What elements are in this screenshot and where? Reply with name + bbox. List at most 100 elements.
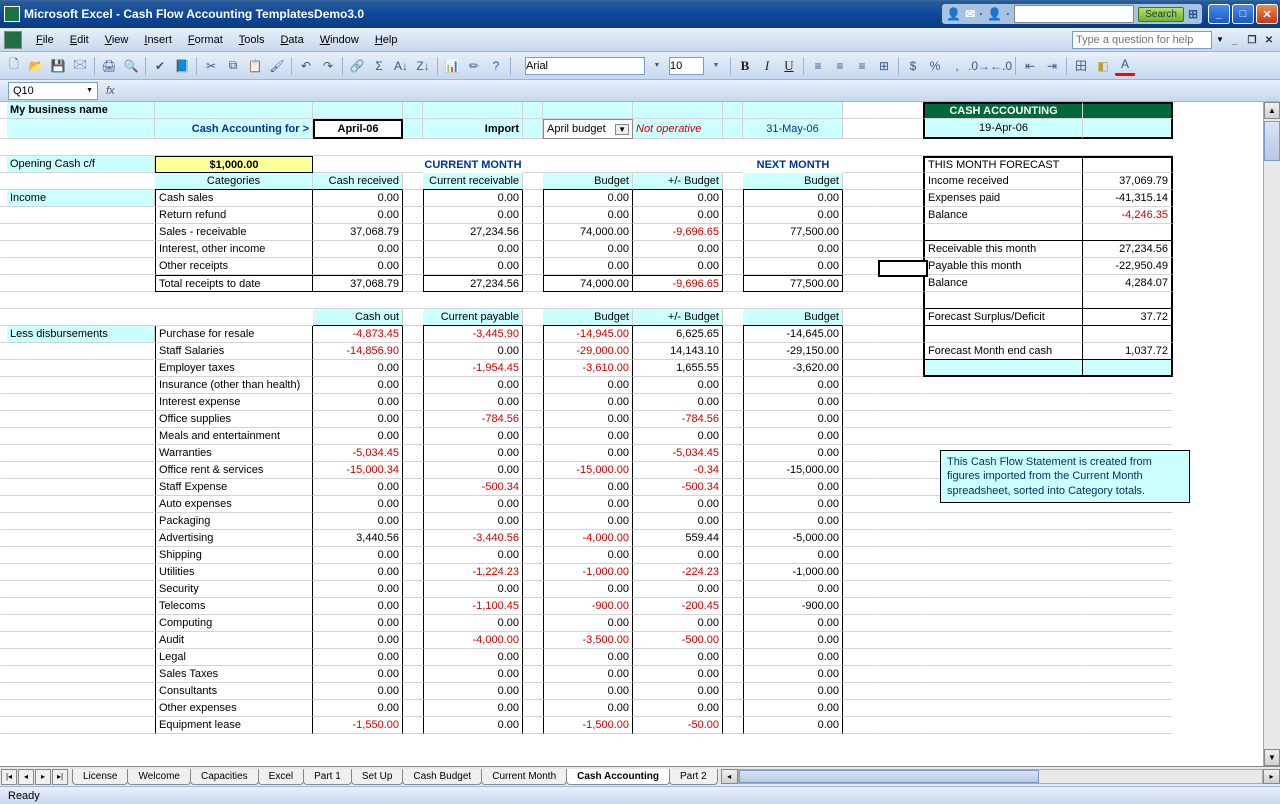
cell[interactable] — [843, 156, 873, 173]
forecast-label[interactable]: Receivable this month — [923, 241, 1083, 258]
cell[interactable] — [0, 173, 7, 190]
expense-category[interactable]: Utilities — [155, 564, 313, 581]
cell[interactable] — [723, 581, 743, 598]
cell[interactable]: -29,000.00 — [543, 343, 633, 360]
cell[interactable]: 0.00 — [423, 428, 523, 445]
forecast-end-label[interactable] — [923, 513, 1083, 530]
cell[interactable] — [403, 632, 423, 649]
cell[interactable] — [0, 700, 7, 717]
cell[interactable] — [313, 139, 403, 156]
expense-category[interactable]: Advertising — [155, 530, 313, 547]
comma-icon[interactable]: , — [947, 56, 967, 76]
cell[interactable] — [543, 156, 633, 173]
cell[interactable]: -15,000.34 — [313, 462, 403, 479]
cell[interactable] — [523, 717, 543, 734]
opening-cash-label[interactable]: Opening Cash c/f — [7, 156, 155, 173]
cell[interactable] — [7, 224, 155, 241]
forecast-end-value[interactable] — [1083, 377, 1173, 394]
forecast-end-label[interactable] — [923, 547, 1083, 564]
open-icon[interactable]: 📂 — [26, 56, 46, 76]
cell[interactable] — [403, 156, 423, 173]
hyperlink-icon[interactable]: 🔗 — [347, 56, 367, 76]
cell[interactable] — [633, 139, 723, 156]
cell[interactable]: 0.00 — [743, 241, 843, 258]
cell[interactable]: -3,620.00 — [743, 360, 843, 377]
cell[interactable]: 0.00 — [313, 598, 403, 615]
cell[interactable]: 27,234.56 — [423, 224, 523, 241]
cell[interactable] — [843, 224, 873, 241]
expense-category[interactable]: Sales Taxes — [155, 666, 313, 683]
cell[interactable] — [873, 683, 923, 700]
cell[interactable] — [0, 377, 7, 394]
cell[interactable] — [7, 428, 155, 445]
cell[interactable] — [873, 479, 923, 496]
cell[interactable] — [7, 275, 155, 292]
cell[interactable] — [7, 598, 155, 615]
cell[interactable] — [723, 275, 743, 292]
sheet-tab[interactable]: Cash Accounting — [566, 769, 670, 785]
scroll-down-icon[interactable]: ▼ — [1264, 749, 1280, 766]
cell[interactable] — [403, 428, 423, 445]
cell[interactable] — [843, 496, 873, 513]
cell[interactable] — [7, 360, 155, 377]
cell[interactable] — [403, 496, 423, 513]
cell[interactable] — [723, 119, 743, 139]
cell[interactable] — [523, 275, 543, 292]
cell[interactable] — [843, 360, 873, 377]
cell[interactable]: 0.00 — [423, 683, 523, 700]
forecast-end-label[interactable] — [923, 564, 1083, 581]
cell[interactable] — [723, 156, 743, 173]
cell[interactable]: 0.00 — [743, 411, 843, 428]
cell[interactable]: 0.00 — [423, 241, 523, 258]
cell[interactable]: -3,500.00 — [543, 632, 633, 649]
cell[interactable] — [403, 717, 423, 734]
col-categories[interactable]: Categories — [155, 173, 313, 190]
cell[interactable] — [843, 377, 873, 394]
cell[interactable]: 0.00 — [313, 683, 403, 700]
cell[interactable] — [403, 258, 423, 275]
cell[interactable] — [7, 258, 155, 275]
cell[interactable] — [743, 139, 843, 156]
cell[interactable]: 0.00 — [743, 632, 843, 649]
cell[interactable] — [403, 394, 423, 411]
cell[interactable] — [523, 666, 543, 683]
cell[interactable] — [0, 190, 7, 207]
format-painter-icon[interactable]: 🖌 — [267, 56, 287, 76]
cell[interactable]: 0.00 — [313, 411, 403, 428]
cell[interactable]: 6,625.65 — [633, 326, 723, 343]
cell[interactable]: 0.00 — [543, 445, 633, 462]
cell[interactable]: 0.00 — [633, 190, 723, 207]
align-right-icon[interactable]: ≡ — [852, 56, 872, 76]
vscroll-thumb[interactable] — [1264, 121, 1280, 161]
forecast-end-value[interactable] — [1083, 666, 1173, 683]
cell[interactable] — [843, 428, 873, 445]
cell[interactable] — [843, 292, 873, 309]
cell[interactable] — [873, 275, 923, 292]
cell[interactable] — [843, 564, 873, 581]
cell[interactable]: 0.00 — [633, 666, 723, 683]
cell[interactable]: 0.00 — [743, 717, 843, 734]
cell[interactable]: 0.00 — [313, 547, 403, 564]
cell[interactable] — [723, 377, 743, 394]
cell[interactable] — [873, 241, 923, 258]
app-menu-icon[interactable] — [4, 31, 22, 49]
expense-category[interactable]: Audit — [155, 632, 313, 649]
cell[interactable]: 0.00 — [743, 258, 843, 275]
cell[interactable]: 0.00 — [543, 258, 633, 275]
cell[interactable]: -1,954.45 — [423, 360, 523, 377]
cell[interactable] — [523, 139, 543, 156]
cell[interactable] — [0, 207, 7, 224]
cell[interactable] — [0, 275, 7, 292]
cell[interactable] — [843, 207, 873, 224]
cell[interactable]: 0.00 — [743, 496, 843, 513]
forecast-end-value[interactable] — [1083, 394, 1173, 411]
cell[interactable] — [523, 700, 543, 717]
expense-category[interactable]: Warranties — [155, 445, 313, 462]
cell[interactable] — [7, 411, 155, 428]
cell[interactable] — [523, 258, 543, 275]
cell[interactable]: 0.00 — [313, 241, 403, 258]
cell[interactable] — [723, 598, 743, 615]
cell[interactable] — [403, 445, 423, 462]
cell[interactable] — [523, 683, 543, 700]
cell[interactable]: 0.00 — [543, 377, 633, 394]
